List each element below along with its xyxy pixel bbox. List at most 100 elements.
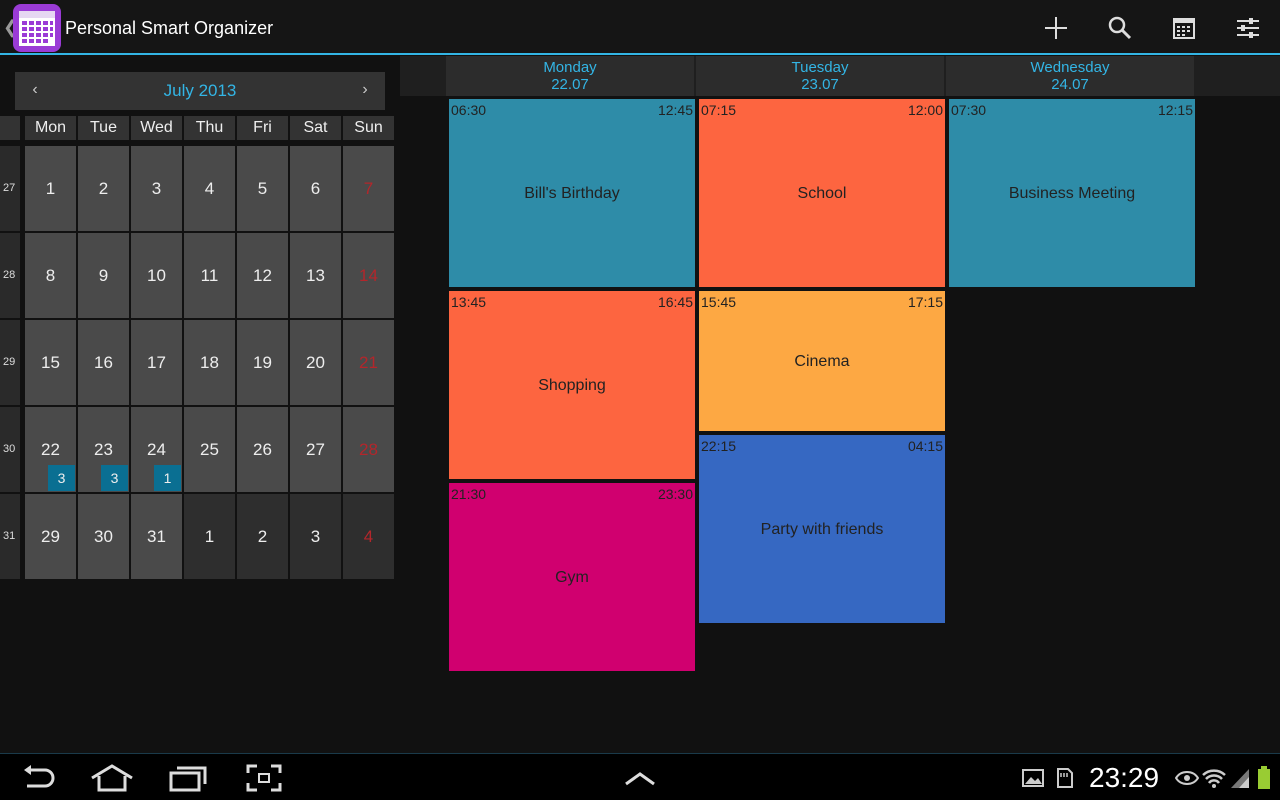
day-number: 20 (306, 353, 325, 372)
day-cell[interactable]: 2 (78, 146, 129, 231)
day-cell[interactable]: 10 (131, 233, 182, 318)
day-number: 23 (94, 440, 113, 459)
day-date: 24.07 (1051, 76, 1089, 93)
day-number: 29 (41, 527, 60, 546)
day-cell[interactable]: 14 (343, 233, 394, 318)
day-cell[interactable]: 11 (184, 233, 235, 318)
next-month-button[interactable]: › (355, 81, 375, 99)
sd-card-notification[interactable] (1054, 762, 1076, 794)
day-name: Wednesday (1030, 59, 1110, 76)
day-cell[interactable]: 3 (131, 146, 182, 231)
week-number[interactable]: 27 (0, 146, 20, 231)
day-cell[interactable]: 20 (290, 320, 341, 405)
event-count-badge: 1 (154, 465, 181, 491)
day-cell[interactable]: 22 3 (25, 407, 76, 492)
event-start-time: 13:45 (451, 294, 487, 310)
expand-button[interactable] (622, 762, 658, 794)
day-number: 1 (204, 527, 215, 546)
day-number: 8 (45, 266, 56, 285)
calendar-view-button[interactable] (1166, 10, 1202, 46)
event-end-time: 17:15 (907, 294, 943, 310)
day-number: 13 (306, 266, 325, 285)
day-cell[interactable]: 24 1 (131, 407, 182, 492)
day-cell[interactable]: 3 (290, 494, 341, 579)
add-icon (1045, 17, 1067, 39)
week-number[interactable]: 29 (0, 320, 20, 405)
day-column-header[interactable]: Tuesday 23.07 (696, 56, 944, 96)
day-cell[interactable]: 30 (78, 494, 129, 579)
settings-button[interactable] (1230, 10, 1266, 46)
event-block[interactable]: 06:30 12:45 Bill's Birthday (449, 99, 695, 287)
event-title: Gym (555, 569, 589, 586)
event-block[interactable]: 15:45 17:15 Cinema (699, 291, 945, 431)
app-title: Personal Smart Organizer (65, 18, 274, 38)
day-cell[interactable]: 27 (290, 407, 341, 492)
event-block[interactable]: 07:30 12:15 Business Meeting (949, 99, 1195, 287)
screenshot-button[interactable] (246, 762, 282, 794)
day-cell[interactable]: 13 (290, 233, 341, 318)
event-block[interactable]: 07:15 12:00 School (699, 99, 945, 287)
search-button[interactable] (1102, 10, 1138, 46)
day-cell[interactable]: 19 (237, 320, 288, 405)
day-column-header[interactable]: Wednesday 24.07 (946, 56, 1194, 96)
day-number: 25 (200, 440, 219, 459)
day-number: 14 (359, 266, 378, 285)
week-number[interactable]: 30 (0, 407, 20, 492)
event-block[interactable]: 22:15 04:15 Party with friends (699, 435, 945, 623)
day-cell[interactable]: 29 (25, 494, 76, 579)
event-end-time: 04:15 (907, 438, 943, 454)
weekday-header: Mon (25, 116, 76, 140)
day-cell[interactable]: 23 3 (78, 407, 129, 492)
back-icon (24, 765, 55, 788)
day-cell[interactable]: 17 (131, 320, 182, 405)
calendar-app-icon[interactable] (13, 4, 61, 52)
home-button[interactable] (90, 762, 134, 794)
day-cell[interactable]: 12 (237, 233, 288, 318)
day-cell[interactable]: 26 (237, 407, 288, 492)
day-number: 30 (94, 527, 113, 546)
screenshot-icon (246, 764, 282, 792)
day-cell[interactable]: 4 (184, 146, 235, 231)
day-cell[interactable]: 16 (78, 320, 129, 405)
day-cell[interactable]: 5 (237, 146, 288, 231)
event-block[interactable]: 13:45 16:45 Shopping (449, 291, 695, 479)
sd-card-icon (1057, 768, 1073, 788)
day-cell[interactable]: 2 (237, 494, 288, 579)
day-cell[interactable]: 18 (184, 320, 235, 405)
home-icon (91, 764, 133, 792)
system-bar: 23:29 (0, 753, 1280, 800)
day-date: 22.07 (551, 76, 589, 93)
day-number: 19 (253, 353, 272, 372)
event-count-badge: 3 (101, 465, 128, 491)
day-cell[interactable]: 8 (25, 233, 76, 318)
day-cell[interactable]: 28 (343, 407, 394, 492)
day-cell[interactable]: 1 (25, 146, 76, 231)
day-cell[interactable]: 1 (184, 494, 235, 579)
month-title[interactable]: July 2013 (15, 81, 385, 101)
event-block[interactable]: 21:30 23:30 Gym (449, 483, 695, 671)
day-column-header[interactable]: Monday 22.07 (446, 56, 694, 96)
day-number: 11 (200, 266, 219, 285)
recent-apps-button[interactable] (168, 762, 208, 794)
day-cell[interactable]: 25 (184, 407, 235, 492)
event-start-time: 07:15 (701, 102, 737, 118)
day-cell[interactable]: 15 (25, 320, 76, 405)
day-cell[interactable]: 7 (343, 146, 394, 231)
week-number[interactable]: 31 (0, 494, 20, 579)
day-cell[interactable]: 31 (131, 494, 182, 579)
day-cell[interactable]: 6 (290, 146, 341, 231)
back-button[interactable] (20, 762, 58, 794)
event-title: Cinema (794, 353, 850, 370)
add-button[interactable] (1038, 10, 1074, 46)
day-cell[interactable]: 4 (343, 494, 394, 579)
day-cell[interactable]: 9 (78, 233, 129, 318)
day-date: 23.07 (801, 76, 839, 93)
week-number[interactable]: 28 (0, 233, 20, 318)
event-start-time: 07:30 (951, 102, 987, 118)
day-cell[interactable]: 21 (343, 320, 394, 405)
day-number: 21 (359, 353, 378, 372)
gallery-notification[interactable] (1020, 762, 1046, 794)
event-end-time: 12:00 (907, 102, 943, 118)
eye-status (1175, 762, 1199, 794)
day-number: 9 (98, 266, 109, 285)
